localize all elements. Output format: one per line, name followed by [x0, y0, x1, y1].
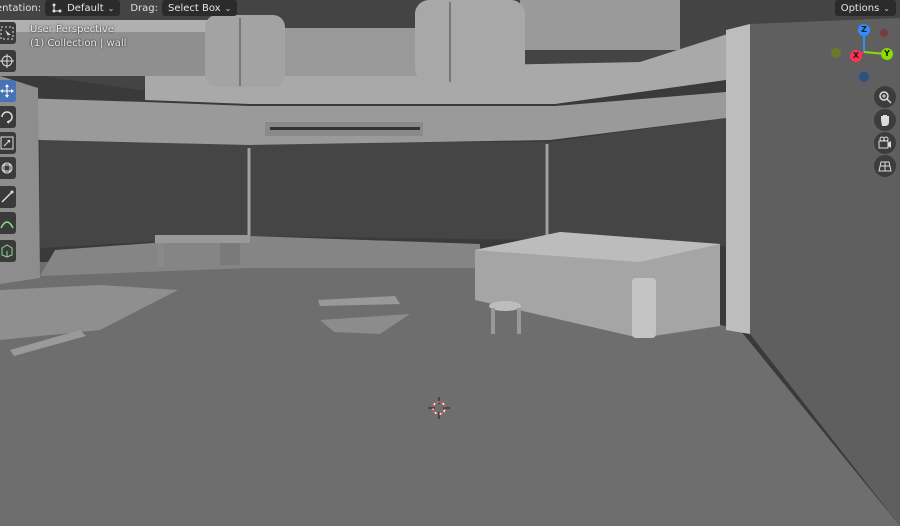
gizmo-z-axis[interactable]: Z [858, 24, 870, 36]
cursor-icon[interactable] [0, 50, 16, 72]
measure-icon[interactable] [0, 212, 16, 234]
drag-dropdown[interactable]: Select Box ⌄ [161, 0, 238, 16]
select-box-icon[interactable] [0, 22, 16, 44]
chevron-down-icon: ⌄ [107, 3, 115, 13]
drag-value: Select Box [167, 2, 221, 14]
pan-hand-icon[interactable] [874, 109, 896, 131]
grid-icon[interactable] [874, 155, 896, 177]
collection-text: (1) Collection | wall [30, 38, 127, 49]
orientation-label: entation: [0, 2, 42, 14]
scale-icon[interactable] [0, 132, 16, 154]
header-bar: entation: Default ⌄ Drag: Select Box ⌄ O… [0, 0, 900, 16]
orientation-value: Default [67, 2, 104, 14]
scene-render[interactable] [0, 0, 900, 526]
orientation-icon [51, 2, 63, 14]
drag-label: Drag: [130, 2, 158, 14]
rotate-icon[interactable] [0, 106, 16, 128]
3d-viewport[interactable]: entation: Default ⌄ Drag: Select Box ⌄ O… [0, 0, 900, 526]
navigation-gizmo[interactable]: Z X Y [828, 20, 900, 84]
add-cube-icon[interactable] [0, 240, 16, 262]
orientation-dropdown[interactable]: Default ⌄ [45, 0, 121, 16]
view-name: User Perspective [30, 24, 114, 35]
zoom-icon[interactable] [874, 86, 896, 108]
camera-icon[interactable] [874, 132, 896, 154]
transform-icon[interactable] [0, 157, 16, 179]
annotate-icon[interactable] [0, 186, 16, 208]
chevron-down-icon: ⌄ [883, 3, 890, 13]
gizmo-y-axis[interactable]: Y [881, 48, 893, 60]
3d-cursor-icon [428, 397, 450, 419]
move-icon[interactable] [0, 80, 16, 102]
options-label: Options [840, 2, 880, 14]
chevron-down-icon: ⌄ [224, 3, 232, 13]
options-dropdown[interactable]: Options ⌄ [834, 0, 896, 16]
gizmo-x-axis[interactable]: X [850, 50, 862, 62]
pillar-right [726, 24, 750, 334]
viewport-info: User Perspective (1) Collection | wall [30, 23, 126, 51]
